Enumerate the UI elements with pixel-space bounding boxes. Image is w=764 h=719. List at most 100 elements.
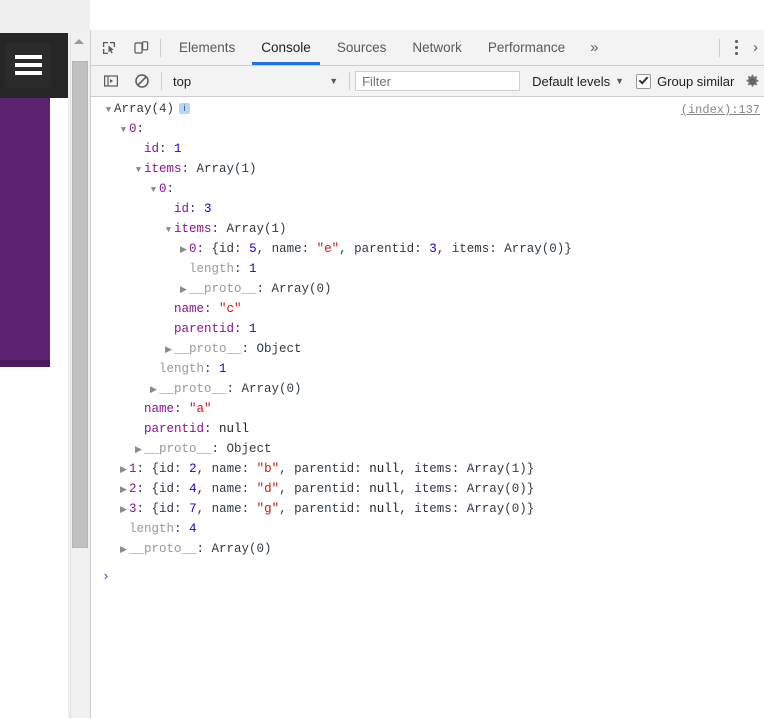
log-levels-select[interactable]: Default levels ▼ bbox=[532, 74, 624, 89]
tree-expanded-triangle-icon[interactable]: ▼ bbox=[148, 180, 159, 200]
object-tree-row[interactable]: ▶parentid: 1 bbox=[91, 319, 764, 339]
tree-token: 5 bbox=[249, 242, 257, 256]
tab-network[interactable]: Network bbox=[399, 31, 475, 65]
dot bbox=[734, 40, 738, 43]
object-tree-row[interactable]: ▶ __proto__: Array(0) bbox=[91, 539, 764, 559]
gear-icon[interactable] bbox=[742, 71, 762, 91]
object-tree: ▼Array(4)i▼0:▶id: 1▼items: Array(1)▼0:▶i… bbox=[91, 99, 764, 559]
object-tree-row[interactable]: ▶name: "a" bbox=[91, 399, 764, 419]
chevron-down-icon: ▼ bbox=[615, 76, 625, 86]
tree-token: , bbox=[339, 242, 355, 256]
scrollbar-up-arrow-icon[interactable] bbox=[71, 33, 87, 50]
tree-token: : bbox=[204, 302, 220, 316]
tab-performance[interactable]: Performance bbox=[475, 31, 578, 65]
object-tree-row[interactable]: ▶length: 1 bbox=[91, 259, 764, 279]
tree-expanded-triangle-icon[interactable]: ▼ bbox=[118, 120, 129, 140]
tree-indent-spacer: ▶ bbox=[178, 260, 189, 280]
console-prompt[interactable]: › bbox=[91, 567, 764, 587]
object-tree-row[interactable]: ▶length: 1 bbox=[91, 359, 764, 379]
tree-token: Array(0) bbox=[211, 542, 272, 556]
tree-token: Object bbox=[226, 442, 272, 456]
tree-token: __proto__ bbox=[144, 442, 212, 456]
vertical-dots-icon[interactable] bbox=[725, 35, 747, 61]
tree-expanded-triangle-icon[interactable]: ▼ bbox=[133, 160, 144, 180]
object-tree-row[interactable]: ▶name: "c" bbox=[91, 299, 764, 319]
toolbar-divider bbox=[160, 38, 161, 57]
tree-token: 0 bbox=[189, 242, 197, 256]
tab-console[interactable]: Console bbox=[248, 31, 324, 65]
tree-token: items bbox=[174, 222, 212, 236]
tree-token: : bbox=[256, 282, 272, 296]
object-tree-row[interactable]: ▶parentid: null bbox=[91, 419, 764, 439]
tab-sources[interactable]: Sources bbox=[324, 31, 400, 65]
tree-collapsed-triangle-icon[interactable]: ▶ bbox=[163, 340, 174, 360]
console-filter-toolbar: top ▼ Default levels ▼ Group similar bbox=[91, 66, 764, 97]
console-output[interactable]: (index):137 ▼Array(4)i▼0:▶id: 1▼items: A… bbox=[91, 97, 764, 719]
tree-collapsed-triangle-icon[interactable]: ▶ bbox=[118, 500, 129, 520]
tree-token: , bbox=[279, 482, 295, 496]
tree-collapsed-triangle-icon[interactable]: ▶ bbox=[118, 460, 129, 480]
tree-token: 7 bbox=[189, 502, 197, 516]
filter-input[interactable] bbox=[355, 71, 521, 91]
tree-token: name bbox=[174, 302, 205, 316]
tree-token: : { bbox=[136, 502, 160, 516]
tree-indent-spacer: ▶ bbox=[163, 320, 174, 340]
clear-console-icon[interactable] bbox=[129, 68, 157, 94]
tree-token: : bbox=[241, 462, 257, 476]
tree-token: , bbox=[399, 502, 415, 516]
device-toolbar-icon[interactable] bbox=[127, 35, 155, 61]
object-tree-row[interactable]: ▶ __proto__: Object bbox=[91, 439, 764, 459]
tree-collapsed-triangle-icon[interactable]: ▶ bbox=[178, 240, 189, 260]
devtools-panel: Elements Console Sources Network Perform… bbox=[90, 30, 764, 719]
tree-token: Array(0) bbox=[271, 282, 332, 296]
execution-context-select[interactable]: top ▼ bbox=[167, 70, 344, 92]
object-tree-row[interactable]: ▶length: 4 bbox=[91, 519, 764, 539]
object-tree-row[interactable]: ▶ __proto__: Array(0) bbox=[91, 379, 764, 399]
tree-token: : bbox=[174, 462, 190, 476]
tree-expanded-triangle-icon[interactable]: ▼ bbox=[103, 100, 114, 120]
hamburger-menu-icon[interactable] bbox=[6, 43, 50, 88]
object-tree-row[interactable]: ▶id: 1 bbox=[91, 139, 764, 159]
tree-token: , bbox=[196, 462, 212, 476]
tree-collapsed-triangle-icon[interactable]: ▶ bbox=[118, 480, 129, 500]
object-tree-row[interactable]: ▶id: 3 bbox=[91, 199, 764, 219]
tree-token: : bbox=[241, 482, 257, 496]
object-tree-row[interactable]: ▼ Array(4) i bbox=[91, 99, 764, 119]
group-similar-label: Group similar bbox=[657, 73, 735, 89]
dot bbox=[734, 46, 738, 49]
tree-token: : bbox=[354, 462, 370, 476]
object-tree-row[interactable]: ▶ __proto__: Object bbox=[91, 339, 764, 359]
info-badge-icon[interactable]: i bbox=[179, 103, 191, 114]
scrollbar-thumb[interactable] bbox=[72, 61, 88, 548]
page-top-strip bbox=[0, 0, 90, 33]
tree-token: : bbox=[241, 502, 257, 516]
tree-token: Array(1) bbox=[196, 162, 257, 176]
object-tree-row[interactable]: ▶ __proto__: Array(0) bbox=[91, 279, 764, 299]
tree-token: items bbox=[144, 162, 182, 176]
tree-collapsed-triangle-icon[interactable]: ▶ bbox=[178, 280, 189, 300]
object-tree-row[interactable]: ▶ 2: {id: 4, name: "d", parentid: null, i… bbox=[91, 479, 764, 499]
tree-expanded-triangle-icon[interactable]: ▼ bbox=[163, 220, 174, 240]
tree-token: id bbox=[159, 482, 175, 496]
tabs-overflow-icon[interactable]: » bbox=[578, 31, 610, 65]
tree-collapsed-triangle-icon[interactable]: ▶ bbox=[118, 540, 129, 560]
page-vertical-scrollbar[interactable] bbox=[70, 33, 88, 718]
close-devtools-icon[interactable]: › bbox=[747, 39, 762, 56]
object-tree-row[interactable]: ▼ 0: bbox=[91, 119, 764, 139]
object-tree-row[interactable]: ▼ items: Array(1) bbox=[91, 159, 764, 179]
object-tree-row[interactable]: ▶ 1: {id: 2, name: "b", parentid: null, i… bbox=[91, 459, 764, 479]
object-tree-row[interactable]: ▶ 3: {id: 7, name: "g", parentid: null, i… bbox=[91, 499, 764, 519]
object-tree-row[interactable]: ▶ 0: {id: 5, name: "e", parentid: 3, item… bbox=[91, 239, 764, 259]
page-content-area-right bbox=[50, 98, 68, 367]
tree-token: id bbox=[219, 242, 235, 256]
object-tree-row[interactable]: ▼ 0: bbox=[91, 179, 764, 199]
inspect-element-icon[interactable] bbox=[95, 35, 123, 61]
console-sidebar-icon[interactable] bbox=[97, 68, 125, 94]
tree-collapsed-triangle-icon[interactable]: ▶ bbox=[148, 380, 159, 400]
tree-collapsed-triangle-icon[interactable]: ▶ bbox=[133, 440, 144, 460]
group-similar-checkbox[interactable]: Group similar bbox=[636, 73, 735, 89]
object-tree-row[interactable]: ▼ items: Array(1) bbox=[91, 219, 764, 239]
tree-token: length bbox=[159, 362, 205, 376]
console-source-link[interactable]: (index):137 bbox=[681, 100, 760, 120]
tab-elements[interactable]: Elements bbox=[166, 31, 248, 65]
